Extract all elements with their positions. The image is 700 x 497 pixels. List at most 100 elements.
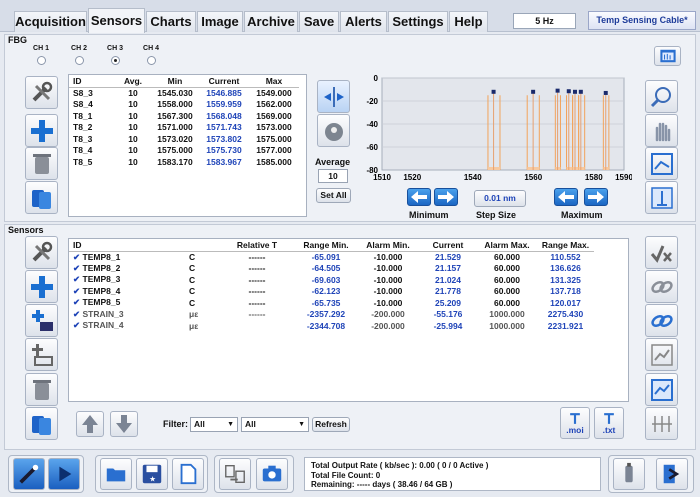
exit-button[interactable] — [656, 458, 688, 490]
fbg-header-avg[interactable]: Avg. — [115, 75, 151, 87]
autoscale-button[interactable] — [645, 147, 678, 180]
link-blue-button[interactable] — [645, 304, 678, 337]
ch2-radio[interactable] — [75, 56, 84, 65]
sensor-header-alarm-min[interactable]: Alarm Min. — [357, 239, 419, 251]
sensor-row[interactable]: ✔ STRAIN_3 με ------ -2357.292 -200.000 -55.1… — [69, 309, 594, 321]
sensor-row[interactable]: ✔ TEMP8_2 C ------ -64.505 -10.000 21.157 60.0… — [69, 263, 594, 275]
tab-save[interactable]: Save — [299, 11, 339, 32]
step-size-field[interactable]: 0.01 nm — [474, 190, 526, 207]
fbg-row[interactable]: S8_4 10 1558.000 1559.959 1562.000 — [69, 99, 299, 111]
fbg-row[interactable]: T8_1 10 1567.300 1568.048 1569.000 — [69, 110, 299, 122]
minimum-left-button[interactable] — [407, 188, 431, 206]
delete-all-button[interactable] — [25, 181, 58, 214]
save-file-button[interactable]: ★ — [136, 458, 168, 490]
sensor-window-button[interactable] — [645, 373, 678, 406]
tab-help[interactable]: Help — [449, 11, 488, 32]
delete-sensor-button[interactable] — [25, 373, 58, 406]
filter-select-sensor[interactable]: All ▼ — [241, 417, 309, 432]
transfer-button[interactable] — [219, 458, 251, 490]
fbg-row[interactable]: T8_5 10 1583.170 1583.967 1585.000 — [69, 156, 299, 168]
export-moi-button[interactable]: .moi — [560, 407, 590, 439]
tab-sensors[interactable]: Sensors — [88, 8, 145, 33]
sensor-header-relative-t[interactable]: Relative T — [219, 239, 295, 251]
sensor-row[interactable]: ✔ TEMP8_1 C ------ -65.091 -10.000 21.529 60.0… — [69, 251, 594, 263]
tab-image[interactable]: Image — [197, 11, 243, 32]
pan-button[interactable] — [645, 114, 678, 147]
ch3-radio[interactable] — [111, 56, 120, 65]
fbg-row[interactable]: S8_3 10 1545.030 1546.885 1549.000 — [69, 87, 299, 99]
sensor-header-id[interactable]: ID — [69, 239, 189, 251]
tab-settings[interactable]: Settings — [388, 11, 448, 32]
fbg-header-current[interactable]: Current — [199, 75, 249, 87]
device-button[interactable] — [613, 458, 645, 490]
marker-button[interactable] — [645, 181, 678, 214]
move-down-button[interactable] — [110, 411, 138, 437]
refresh-button[interactable]: Refresh — [312, 417, 350, 432]
add-sensor-button[interactable] — [25, 270, 58, 303]
average-input[interactable]: 10 — [318, 169, 348, 183]
ch1-radio[interactable] — [37, 56, 46, 65]
zoom-out-button[interactable] — [645, 80, 678, 113]
connect-button[interactable] — [13, 458, 45, 490]
sensor-header-unit[interactable] — [189, 239, 219, 251]
tab-archive[interactable]: Archive — [244, 11, 298, 32]
fbg-row[interactable]: T8_4 10 1575.000 1575.730 1577.000 — [69, 145, 299, 157]
new-file-button[interactable] — [172, 458, 204, 490]
x-tick-label: 1540 — [464, 173, 482, 182]
fbg-header-id[interactable]: ID — [69, 75, 115, 87]
temp-sensing-cable-button[interactable]: Temp Sensing Cable* — [588, 11, 696, 30]
camera-button[interactable] — [256, 458, 288, 490]
total-file-count: Total File Count: 0 — [311, 470, 381, 480]
sensor-id-cell: ✔ TEMP8_5 — [69, 297, 189, 309]
tab-charts[interactable]: Charts — [146, 11, 196, 32]
tab-acquisition[interactable]: Acquisition — [14, 11, 87, 32]
sensor-marker-button[interactable] — [645, 407, 678, 440]
fbg-row[interactable]: T8_2 10 1571.000 1571.743 1573.000 — [69, 122, 299, 134]
checkmark-icon[interactable]: ✔ — [73, 297, 80, 307]
fbg-header-min[interactable]: Min — [151, 75, 199, 87]
fbg-header-max[interactable]: Max — [249, 75, 299, 87]
peak-marker — [566, 89, 571, 94]
lock-button[interactable] — [317, 114, 350, 147]
sensor-header-range-max[interactable]: Range Max. — [537, 239, 594, 251]
open-folder-button[interactable] — [100, 458, 132, 490]
fbg-row[interactable]: T8_3 10 1573.020 1573.802 1575.000 — [69, 133, 299, 145]
instrument-icon — [19, 464, 39, 484]
filter-select-type[interactable]: All ▼ — [190, 417, 238, 432]
checkmark-icon[interactable]: ✔ — [73, 263, 80, 273]
maximum-right-button[interactable] — [584, 188, 608, 206]
sensor-row[interactable]: ✔ TEMP8_5 C ------ -65.735 -10.000 25.209 60.0… — [69, 297, 594, 309]
checkmark-icon[interactable]: ✔ — [73, 320, 80, 330]
checkmark-icon[interactable]: ✔ — [73, 309, 80, 319]
link-sensor-button[interactable] — [645, 270, 678, 303]
export-txt-button[interactable]: .txt — [594, 407, 624, 439]
checkmark-icon[interactable]: ✔ — [73, 286, 80, 296]
sensor-tools-button[interactable] — [25, 236, 58, 269]
export-button[interactable] — [654, 46, 681, 66]
tab-alerts[interactable]: Alerts — [340, 11, 387, 32]
play-button[interactable] — [48, 458, 80, 490]
add-sensor-plain-button[interactable] — [25, 338, 58, 371]
checkmark-icon[interactable]: ✔ — [73, 274, 80, 284]
add-sensor-email-button[interactable] — [25, 304, 58, 337]
check-sensor-button[interactable] — [645, 236, 678, 269]
maximum-left-button[interactable] — [554, 188, 578, 206]
sensor-cell: 1000.000 — [489, 309, 525, 320]
add-button[interactable] — [25, 114, 58, 147]
sensor-header-alarm-max[interactable]: Alarm Max. — [477, 239, 537, 251]
sensor-chart-button[interactable] — [645, 338, 678, 371]
sensor-row[interactable]: ✔ STRAIN_4 με -2344.708 -200.000 -25.994 1000… — [69, 320, 594, 332]
delete-button[interactable] — [25, 147, 58, 180]
zoom-fit-button[interactable] — [317, 80, 350, 113]
sensor-row[interactable]: ✔ TEMP8_3 C ------ -69.603 -10.000 21.024 60.0… — [69, 274, 594, 286]
ch4-radio[interactable] — [147, 56, 156, 65]
sensor-header-range-min[interactable]: Range Min. — [295, 239, 357, 251]
set-all-button[interactable]: Set All — [316, 188, 351, 203]
minimum-right-button[interactable] — [434, 188, 458, 206]
tools-button[interactable] — [25, 76, 58, 109]
checkmark-icon[interactable]: ✔ — [73, 252, 80, 262]
move-up-button[interactable] — [76, 411, 104, 437]
sensor-header-current[interactable]: Current — [419, 239, 477, 251]
delete-all-sensors-button[interactable] — [25, 407, 58, 440]
sensor-row[interactable]: ✔ TEMP8_4 C ------ -62.123 -10.000 21.778 60.0… — [69, 286, 594, 298]
